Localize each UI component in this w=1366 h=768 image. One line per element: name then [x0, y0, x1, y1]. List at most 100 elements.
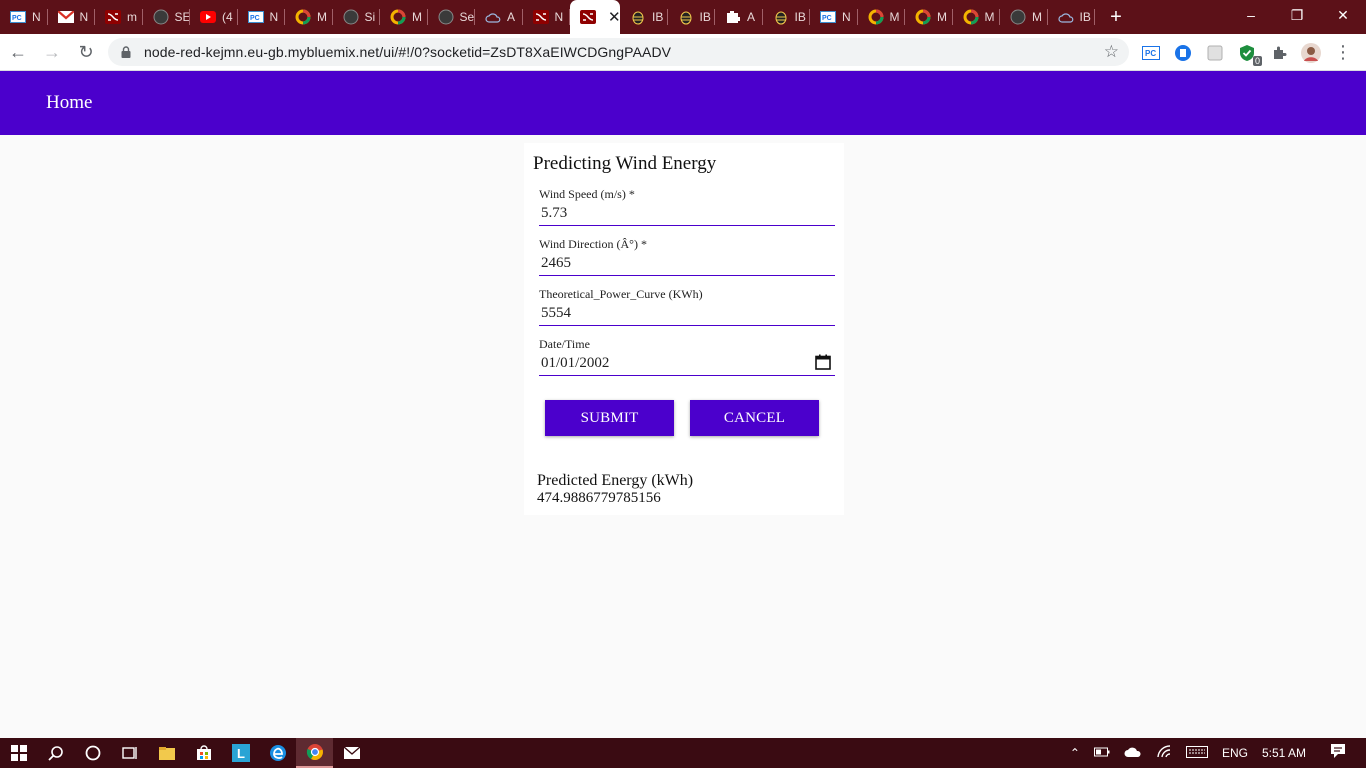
browser-tab[interactable]: IB [1048, 0, 1096, 34]
new-tab-button[interactable]: + [1099, 6, 1133, 29]
browser-tab[interactable]: N [523, 0, 571, 34]
keyboard-icon[interactable] [1185, 745, 1208, 761]
search-icon[interactable] [37, 738, 74, 768]
address-bar[interactable]: node-red-kejmn.eu-gb.mybluemix.net/ui/#!… [108, 38, 1129, 66]
mail-icon[interactable] [333, 738, 370, 768]
svg-text:L: L [237, 746, 245, 761]
node-red-icon [105, 9, 121, 25]
battery-icon[interactable] [1093, 746, 1110, 760]
cortana-icon[interactable] [74, 738, 111, 768]
back-button[interactable]: ← [2, 36, 34, 68]
browser-tab[interactable]: m [95, 0, 143, 34]
browser-tab[interactable]: IB [668, 0, 716, 34]
date-time-field[interactable]: Date/Time 01/01/2002 [539, 336, 835, 376]
minimize-button[interactable]: – [1228, 0, 1274, 30]
browser-tab[interactable]: M [953, 0, 1001, 34]
wind-direction-field[interactable]: Wind Direction (Â°) * 2465 [539, 236, 835, 276]
forward-button[interactable]: → [36, 36, 68, 68]
puzzle-icon [725, 9, 741, 25]
edge-icon[interactable] [259, 738, 296, 768]
store-icon[interactable] [185, 738, 222, 768]
grey-extension-icon[interactable] [1204, 42, 1226, 64]
browser-tab[interactable]: PC N [238, 0, 286, 34]
bee-icon [678, 9, 694, 25]
svg-text:PC: PC [12, 15, 22, 22]
browser-tab[interactable]: A [475, 0, 523, 34]
wind-direction-input[interactable]: 2465 [539, 252, 835, 274]
pc-icon: PC [820, 9, 836, 25]
browser-tab[interactable]: M [380, 0, 428, 34]
wind-speed-field[interactable]: Wind Speed (m/s) * 5.73 [539, 186, 835, 226]
reload-button[interactable]: ↻ [70, 36, 102, 68]
bookmark-star-icon[interactable]: ☆ [1104, 42, 1119, 62]
l-app-icon[interactable]: L [222, 738, 259, 768]
close-window-button[interactable]: ✕ [1320, 0, 1366, 30]
cloud-icon[interactable] [1124, 746, 1142, 761]
github-icon [343, 9, 359, 25]
browser-tab[interactable]: M [905, 0, 953, 34]
browser-tab-active[interactable]: ✕ [570, 0, 620, 34]
browser-tab[interactable]: (4 [190, 0, 238, 34]
wifi-icon[interactable] [1156, 744, 1172, 762]
browser-tab[interactable]: M [285, 0, 333, 34]
browser-menu-icon[interactable]: ⋮ [1332, 42, 1354, 64]
tab-label: Si [364, 10, 376, 24]
theoretical-power-input[interactable]: 5554 [539, 302, 835, 324]
file-explorer-icon[interactable] [148, 738, 185, 768]
browser-toolbar: ← → ↻ node-red-kejmn.eu-gb.mybluemix.net… [0, 34, 1366, 71]
tab-label: SE [174, 10, 191, 24]
cancel-button[interactable]: CANCEL [690, 400, 819, 436]
browser-tab[interactable]: SE [143, 0, 191, 34]
bee-icon [630, 9, 646, 25]
browser-tab[interactable]: IB [763, 0, 811, 34]
browser-tab[interactable]: N [48, 0, 96, 34]
gmail-icon [57, 9, 74, 25]
browser-tab[interactable]: Si [333, 0, 381, 34]
close-tab-icon[interactable]: ✕ [608, 8, 620, 26]
calendar-icon[interactable] [815, 354, 831, 370]
shield-check-icon[interactable]: 0 [1236, 42, 1262, 66]
task-view-icon[interactable] [111, 738, 148, 768]
chevron-up-icon[interactable]: ⌃ [1070, 746, 1080, 760]
pc-extension-icon[interactable]: PC [1140, 42, 1162, 64]
ring-icon [295, 9, 311, 25]
language-indicator[interactable]: ENG [1222, 746, 1248, 760]
restore-button[interactable]: ❐ [1274, 0, 1320, 30]
bee-icon [773, 9, 789, 25]
cloud-icon [485, 9, 501, 25]
profile-avatar-icon[interactable] [1300, 42, 1322, 64]
result-label: Predicted Energy (kWh) [537, 472, 694, 489]
theoretical-power-field[interactable]: Theoretical_Power_Curve (KWh) 5554 [539, 286, 835, 326]
url-text[interactable]: node-red-kejmn.eu-gb.mybluemix.net/ui/#!… [144, 44, 671, 60]
tab-label: M [937, 10, 947, 24]
page-title: Home [46, 92, 93, 113]
wind-speed-input[interactable]: 5.73 [539, 202, 835, 224]
date-time-label: Date/Time [539, 337, 590, 351]
clock[interactable]: 5:51 AM [1262, 746, 1306, 760]
browser-tab[interactable]: PC N [0, 0, 48, 34]
browser-tab[interactable]: IB [620, 0, 668, 34]
cloud-icon [1057, 9, 1074, 25]
submit-button[interactable]: SUBMIT [545, 400, 674, 436]
windows-start-icon[interactable] [0, 738, 37, 768]
wind-direction-label: Wind Direction (Â°) * [539, 237, 647, 251]
browser-tab[interactable]: M [858, 0, 906, 34]
notification-icon[interactable] [1330, 743, 1346, 763]
puzzle-extensions-icon[interactable] [1268, 42, 1290, 64]
lock-icon[interactable] [120, 45, 132, 59]
date-time-input[interactable]: 01/01/2002 [539, 352, 835, 374]
blue-circle-extension-icon[interactable] [1172, 42, 1194, 64]
browser-tab[interactable]: Se [428, 0, 476, 34]
wind-speed-label: Wind Speed (m/s) * [539, 187, 635, 201]
result-value: 474.9886779785156 [537, 490, 661, 506]
chrome-icon[interactable] [296, 738, 333, 768]
tab-label: Se [459, 10, 475, 24]
tab-label: N [79, 10, 89, 24]
theoretical-power-label: Theoretical_Power_Curve (KWh) [539, 287, 703, 301]
tab-list: PC N Nm SE (4 PC N M Si M Se A N ✕ IB IB A IB PC N M M M M IB [0, 0, 1095, 34]
form-card: Predicting Wind Energy Wind Speed (m/s) … [524, 143, 844, 515]
browser-tab[interactable]: A [715, 0, 763, 34]
browser-tab[interactable]: M [1000, 0, 1048, 34]
browser-tab[interactable]: PC N [810, 0, 858, 34]
browser-tab-strip: PC N Nm SE (4 PC N M Si M Se A N ✕ IB IB A IB PC N M M M M IB + … [0, 0, 1366, 34]
